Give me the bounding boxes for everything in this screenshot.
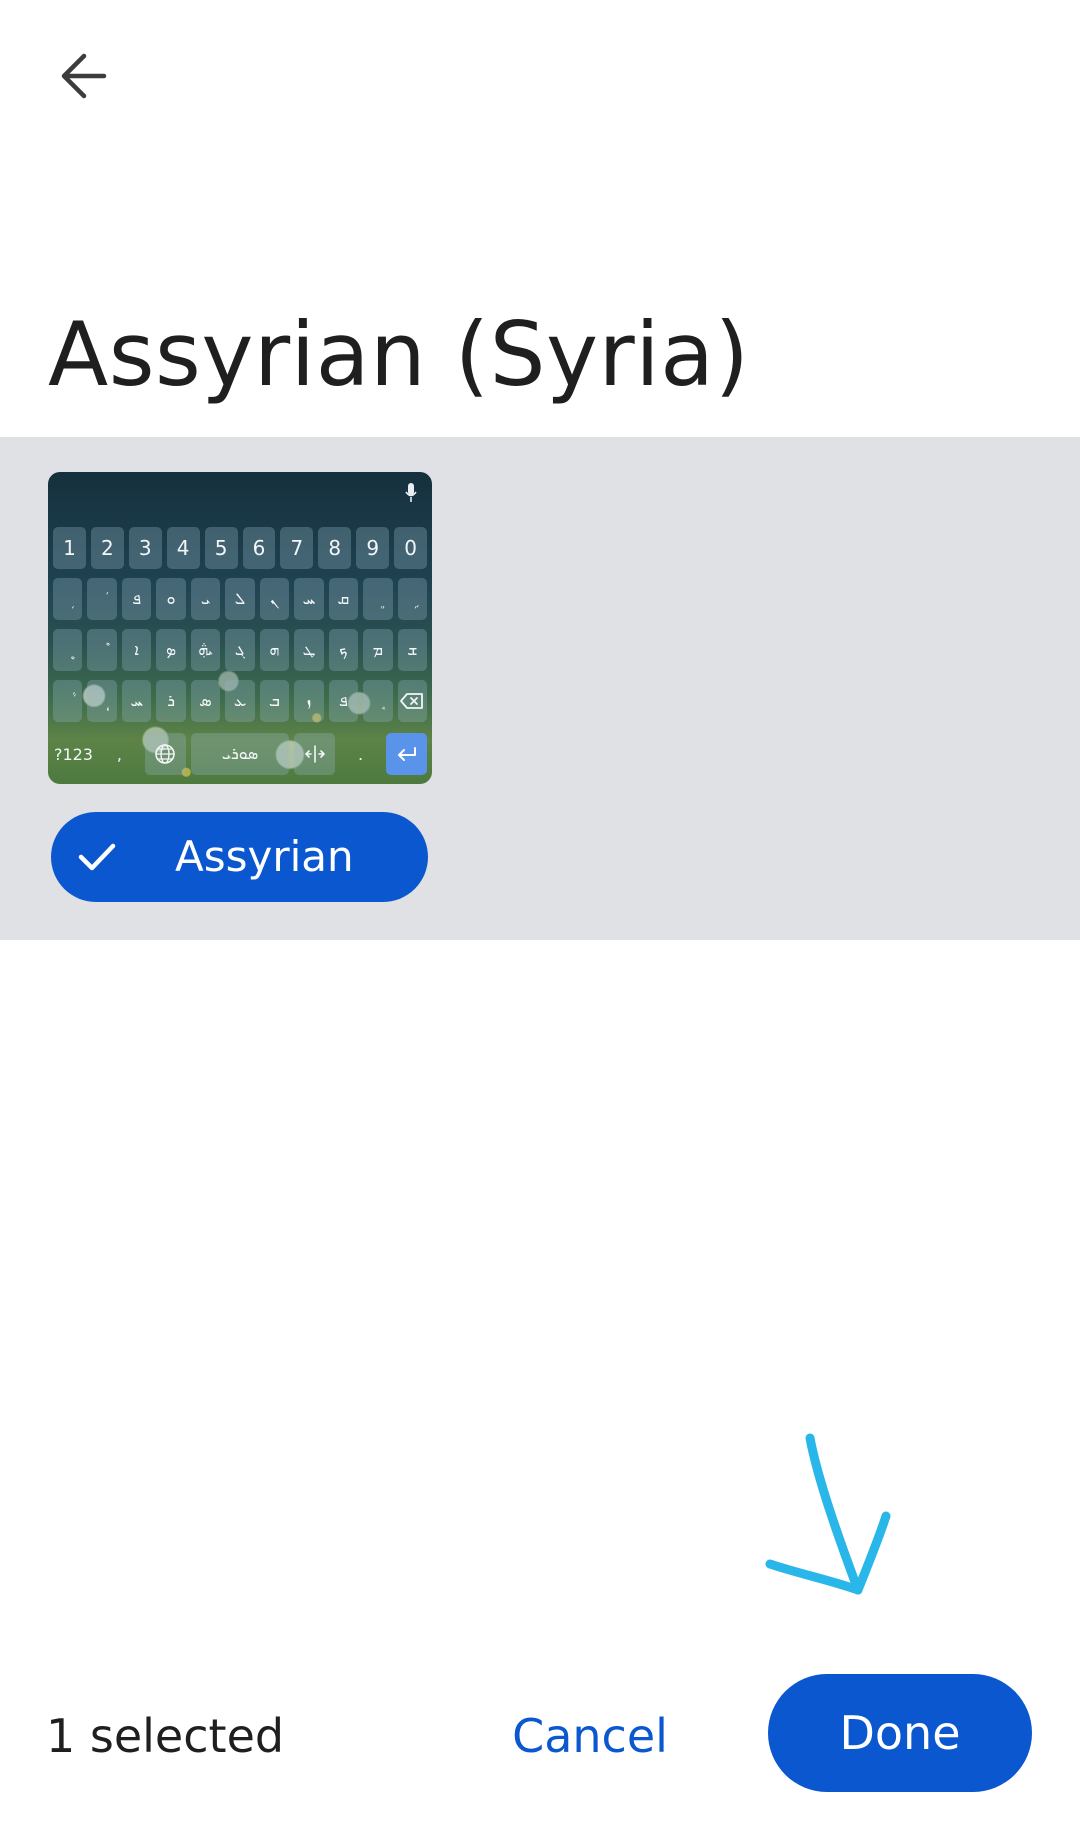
- keyboard-row-bottom: ?123 , ܣܘܪܝ .: [53, 733, 427, 775]
- cursor-move-icon: [304, 745, 325, 763]
- enter-icon: [397, 747, 416, 761]
- back-button[interactable]: [52, 44, 116, 108]
- key: 3: [128, 527, 162, 569]
- keyboard-row-numbers: 1 2 3 4 5 6 7 8 9 0: [53, 527, 428, 569]
- key: ܪ: [156, 680, 186, 722]
- key: ܚ: [121, 680, 152, 722]
- period-key: .: [358, 744, 364, 764]
- chip-label: Assyrian: [175, 832, 354, 881]
- key: ܛ: [294, 629, 324, 671]
- key: ܩ: [328, 578, 359, 620]
- key: ܦ: [328, 680, 359, 722]
- microphone-icon: [405, 483, 417, 502]
- key: ܡ: [363, 629, 393, 671]
- space-key: ܣܘܪܝ: [190, 733, 290, 775]
- layout-chip-assyrian[interactable]: Assyrian: [51, 812, 428, 902]
- enter-key: [386, 733, 427, 775]
- key: 0: [394, 527, 428, 569]
- backspace-icon: [400, 693, 424, 709]
- key: ܫ: [397, 629, 427, 671]
- done-button[interactable]: Done: [768, 1674, 1032, 1792]
- annotation-arrow-icon: [765, 1433, 891, 1595]
- key: ܵ: [53, 680, 83, 722]
- keyboard-row-2: ܼ ܿ ܦ ܘ ܝ ܠ ܢ ܚ ܩ ܸ ܹ: [53, 578, 427, 620]
- key: ܼ: [53, 578, 83, 620]
- key: ܟ: [328, 629, 359, 671]
- comma-key: ,: [116, 744, 122, 764]
- key: ܱ: [363, 680, 393, 722]
- key: ܶ: [87, 629, 117, 671]
- key: ܗ: [259, 629, 290, 671]
- globe-key: [144, 733, 186, 775]
- keyboard-row-3: ܷ ܶ ܐ ܤ ܞ ܓ ܗ ܛ ܟ ܡ ܫ: [53, 629, 427, 671]
- key: ܣ: [190, 680, 221, 722]
- key: ܘ: [156, 578, 186, 620]
- key: 9: [356, 527, 390, 569]
- key: ܸ: [363, 578, 393, 620]
- key: ܤ: [156, 629, 186, 671]
- cancel-button[interactable]: Cancel: [500, 1700, 680, 1772]
- key: 7: [280, 527, 314, 569]
- key: ܚ: [294, 578, 324, 620]
- globe-icon: [155, 744, 176, 764]
- key: 8: [318, 527, 352, 569]
- key: 2: [90, 527, 124, 569]
- key: ܿ: [87, 578, 117, 620]
- key: 5: [204, 527, 238, 569]
- keyboard-preview[interactable]: 1 2 3 4 5 6 7 8 9 0 ܼ ܿ ܦ ܘ ܝ ܠ ܢ ܚ ܩ ܸ …: [48, 472, 432, 784]
- key: ܠ: [225, 578, 255, 620]
- key: ܐ: [121, 629, 152, 671]
- key: ܴ: [87, 680, 117, 722]
- key: ܓ: [225, 629, 255, 671]
- key: ܞ: [190, 629, 221, 671]
- keyboard-row-4: ܵ ܴ ܚ ܪ ܣ ܥ ܒ ܙ ܦ ܱ: [53, 680, 427, 722]
- key: ܷ: [53, 629, 83, 671]
- key: ܙ: [294, 680, 324, 722]
- key: 6: [242, 527, 276, 569]
- page-title: Assyrian (Syria): [48, 303, 750, 406]
- key: ܒ: [259, 680, 290, 722]
- cursor-key: [294, 733, 336, 775]
- selected-count: 1 selected: [46, 1709, 285, 1763]
- key: ܹ: [397, 578, 427, 620]
- key: ܢ: [259, 578, 290, 620]
- key: ܦ: [121, 578, 152, 620]
- symbols-key: ?123: [53, 744, 93, 764]
- backspace-key: [397, 680, 427, 722]
- check-icon: [78, 843, 116, 871]
- key: 1: [53, 527, 86, 569]
- key: 4: [166, 527, 200, 569]
- arrow-left-icon: [61, 53, 107, 99]
- key: ܝ: [190, 578, 221, 620]
- key: ܥ: [225, 680, 255, 722]
